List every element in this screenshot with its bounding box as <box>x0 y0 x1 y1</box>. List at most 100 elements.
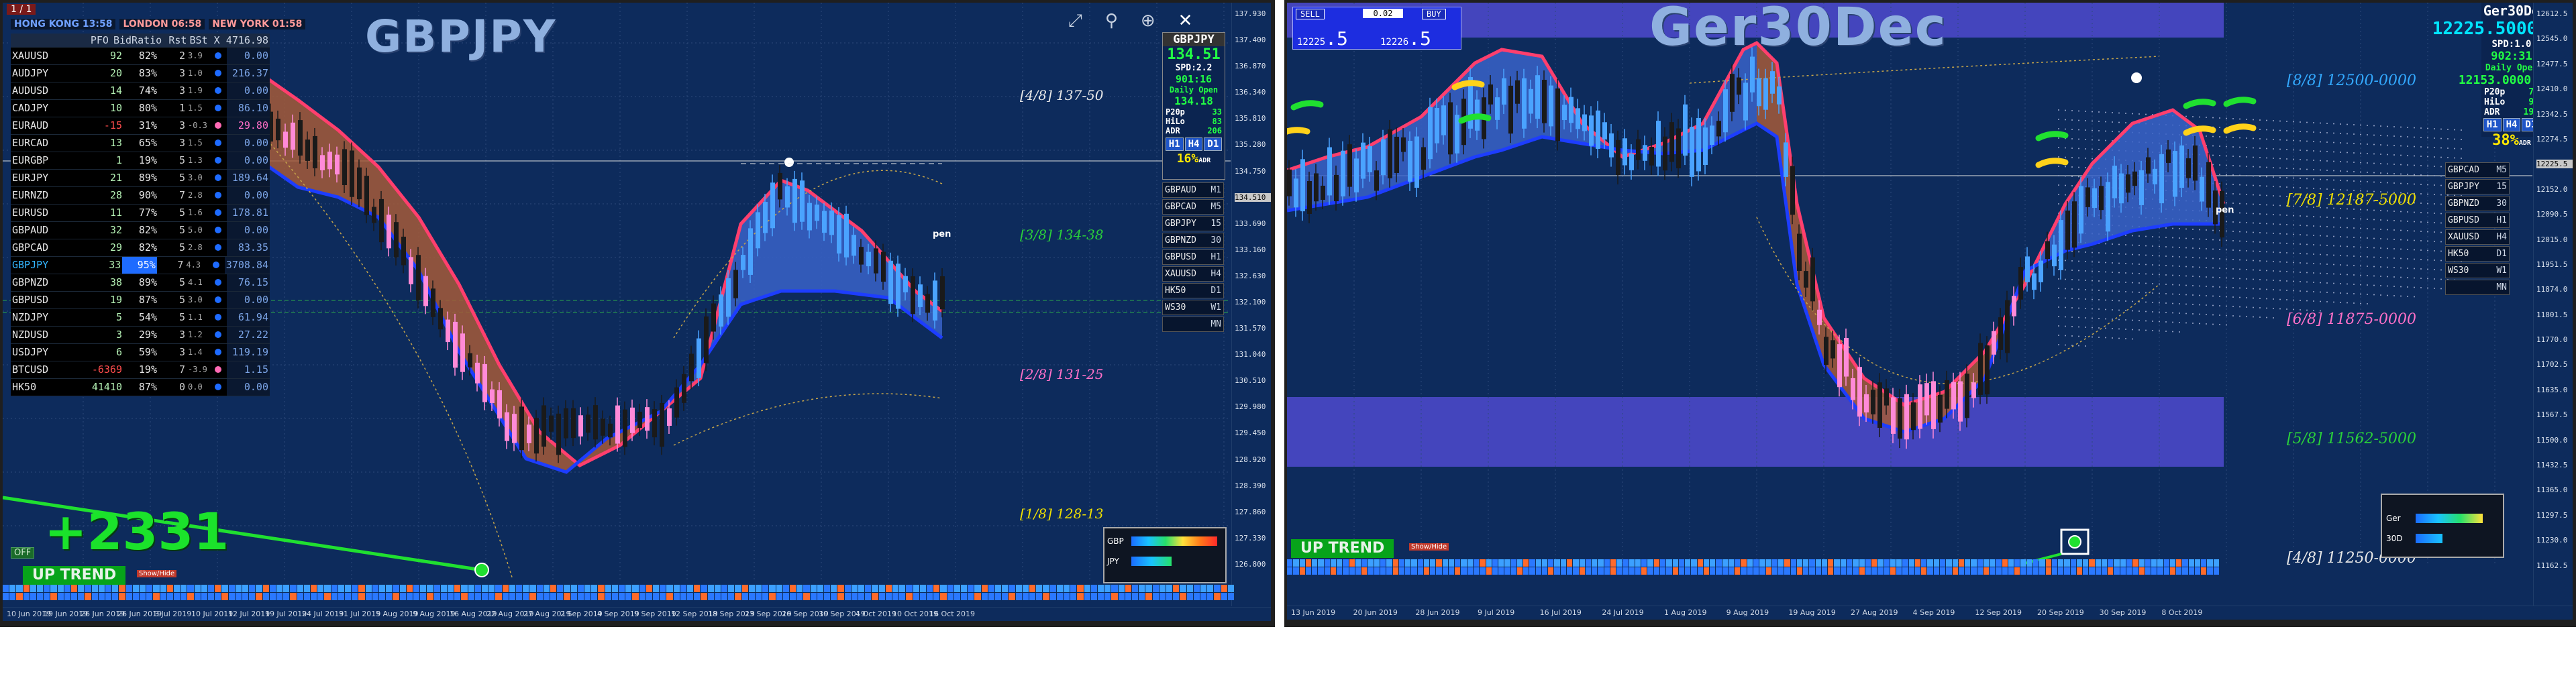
pair-item[interactable]: GBPUSD H1 <box>1162 249 1224 265</box>
table-row[interactable]: EURCAD 13 65% 3 1.5 0.00 <box>11 135 270 152</box>
tf-h1-button[interactable]: H1 <box>1165 137 1184 151</box>
pair-item[interactable]: MN <box>1162 317 1224 332</box>
lot-size-input[interactable]: 0.02 <box>1363 9 1403 18</box>
cloud-dot <box>2313 244 2314 245</box>
cloud-dot <box>2414 258 2415 260</box>
cloud-dot <box>2347 180 2348 182</box>
signal-cell <box>1448 559 1455 567</box>
buy-button[interactable]: BUY <box>1422 9 1446 19</box>
row-bst: 1.5 <box>187 100 209 117</box>
cloud-dot <box>2058 147 2059 148</box>
signal-cell <box>1480 559 1486 567</box>
table-row[interactable]: CADJPY 10 80% 1 1.5 86.10 <box>11 100 270 117</box>
candle-body <box>615 405 620 444</box>
show-hide-button[interactable]: Show/Hide <box>137 570 177 577</box>
table-row[interactable]: GBPJPY 33 95% 7 4.3 3708.84 <box>11 257 270 274</box>
table-row[interactable]: GBPAUD 32 82% 5 5.0 0.00 <box>11 222 270 239</box>
table-row[interactable]: HK50 41410 87% 0 0.0 0.00 <box>11 379 270 396</box>
pair-item[interactable]: GBPCAD M5 <box>2445 162 2510 178</box>
row-symbol: GBPUSD <box>11 292 89 308</box>
candle-body <box>1938 394 1943 423</box>
row-symbol: BTCUSD <box>11 361 89 378</box>
row-status-dot <box>209 170 227 186</box>
cloud-dot <box>2266 317 2267 319</box>
cloud-dot <box>2219 277 2220 278</box>
signal-cell <box>1914 567 1921 575</box>
ask-price[interactable]: 12226.5 <box>1380 27 1431 50</box>
table-row[interactable]: EURNZD 28 90% 7 2.8 0.00 <box>11 187 270 205</box>
cloud-dot <box>2313 131 2314 133</box>
candle-body <box>1710 125 1714 146</box>
candle-body <box>2126 174 2130 193</box>
cloud-dot <box>2320 253 2321 255</box>
pair-item[interactable]: MN <box>2445 280 2510 295</box>
pair-item[interactable]: HK50 D1 <box>1162 283 1224 298</box>
table-row[interactable]: EURGBP 1 19% 5 1.3 0.00 <box>11 152 270 170</box>
cloud-dot <box>2427 287 2428 289</box>
pair-item[interactable]: GBPJPY 15 <box>2445 179 2510 194</box>
pair-item[interactable]: XAUUSD H4 <box>2445 229 2510 245</box>
signal-cell <box>2101 559 2108 567</box>
signal-cell <box>1200 593 1207 600</box>
cloud-dot <box>2306 290 2308 292</box>
table-row[interactable]: AUDJPY 20 83% 3 1.0 216.37 <box>11 65 270 82</box>
table-row[interactable]: EURJPY 21 89% 5 3.0 189.64 <box>11 170 270 187</box>
signal-cell <box>2095 559 2101 567</box>
pair-item[interactable]: WS30 W1 <box>1162 300 1224 315</box>
pair-item[interactable]: GBPJPY 15 <box>1162 216 1224 231</box>
table-row[interactable]: NZDUSD 3 29% 3 1.2 27.22 <box>11 327 270 344</box>
signal-cell <box>509 585 515 592</box>
table-row[interactable]: EURAUD -15 31% 3 -0.3 29.80 <box>11 117 270 135</box>
signal-cell <box>440 593 447 600</box>
table-row[interactable]: XAUUSD 92 82% 2 3.9 0.00 <box>11 48 270 65</box>
gbpjpy-chart-area[interactable]: GBPJPY 1 / 1 HONG KONG 13:58 LONDON 06:58… <box>3 3 1271 621</box>
table-row[interactable]: BTCUSD -6369 19% 7 -3.9 1.15 <box>11 361 270 379</box>
cloud-dot <box>2440 137 2442 139</box>
signal-cell <box>762 593 769 600</box>
table-row[interactable]: EURUSD 11 77% 5 1.6 178.81 <box>11 205 270 222</box>
table-row[interactable]: GBPNZD 38 89% 5 4.1 76.15 <box>11 274 270 292</box>
pair-item[interactable]: HK50 D1 <box>2445 246 2510 262</box>
table-row[interactable]: GBPCAD 29 82% 5 2.8 83.35 <box>11 239 270 257</box>
tf-h1-button[interactable]: H1 <box>2483 118 2502 131</box>
signal-cell <box>1759 567 1765 575</box>
pair-item[interactable]: GBPCAD M5 <box>1162 199 1224 215</box>
signal-cell <box>844 593 851 600</box>
cloud-dot <box>2273 317 2274 319</box>
fullscreen-icon[interactable]: ⤢ <box>1068 11 1082 32</box>
close-icon[interactable]: ✕ <box>1178 11 1193 32</box>
table-row[interactable]: NZDJPY 5 54% 5 1.1 61.94 <box>11 309 270 327</box>
zoom-out-icon[interactable]: ⚲ <box>1105 11 1118 32</box>
cloud-dot <box>2353 124 2355 125</box>
pair-item[interactable]: GBPNZD 30 <box>1162 233 1224 248</box>
pair-item[interactable]: XAUUSD H4 <box>1162 266 1224 282</box>
page-indicator[interactable]: 1 / 1 <box>7 4 36 15</box>
pair-item[interactable]: GBPUSD H1 <box>2445 213 2510 228</box>
show-hide-button[interactable]: Show/Hide <box>1409 543 1449 551</box>
table-row[interactable]: AUDUSD 14 74% 3 1.9 0.00 <box>11 82 270 100</box>
bid-price[interactable]: 12225.5 <box>1297 27 1348 50</box>
off-toggle[interactable]: OFF <box>11 547 35 559</box>
table-row[interactable]: GBPUSD 19 87% 5 3.0 0.00 <box>11 292 270 309</box>
cloud-dot <box>2300 309 2301 310</box>
pair-item[interactable]: GBPNZD 30 <box>2445 196 2510 211</box>
cloud-dot <box>2152 292 2153 294</box>
table-row[interactable]: USDJPY 6 59% 3 1.4 119.19 <box>11 344 270 361</box>
cloud-dot <box>2333 245 2334 247</box>
tf-d1-button[interactable]: D1 <box>1204 137 1223 151</box>
tf-h4-button[interactable]: H4 <box>1184 137 1203 151</box>
strength-bar-base <box>2416 514 2483 523</box>
cloud-dot <box>2078 335 2079 337</box>
cloud-dot <box>2118 243 2120 245</box>
sell-button[interactable]: SELL <box>1296 9 1325 19</box>
cloud-dot <box>2340 245 2341 247</box>
candle-body <box>401 236 406 266</box>
signal-cell <box>824 585 831 592</box>
zoom-in-icon[interactable]: ⊕ <box>1141 11 1155 32</box>
ger30-chart-area[interactable]: Ger30Dec SELL 0.02 BUY 12225.5 12226.5 G… <box>1287 3 2573 620</box>
cloud-dot <box>2259 307 2261 308</box>
cloud-dot <box>2313 150 2314 152</box>
tf-h4-button[interactable]: H4 <box>2502 118 2521 131</box>
pair-item[interactable]: WS30 W1 <box>2445 263 2510 278</box>
pair-item[interactable]: GBPAUD M1 <box>1162 182 1224 198</box>
